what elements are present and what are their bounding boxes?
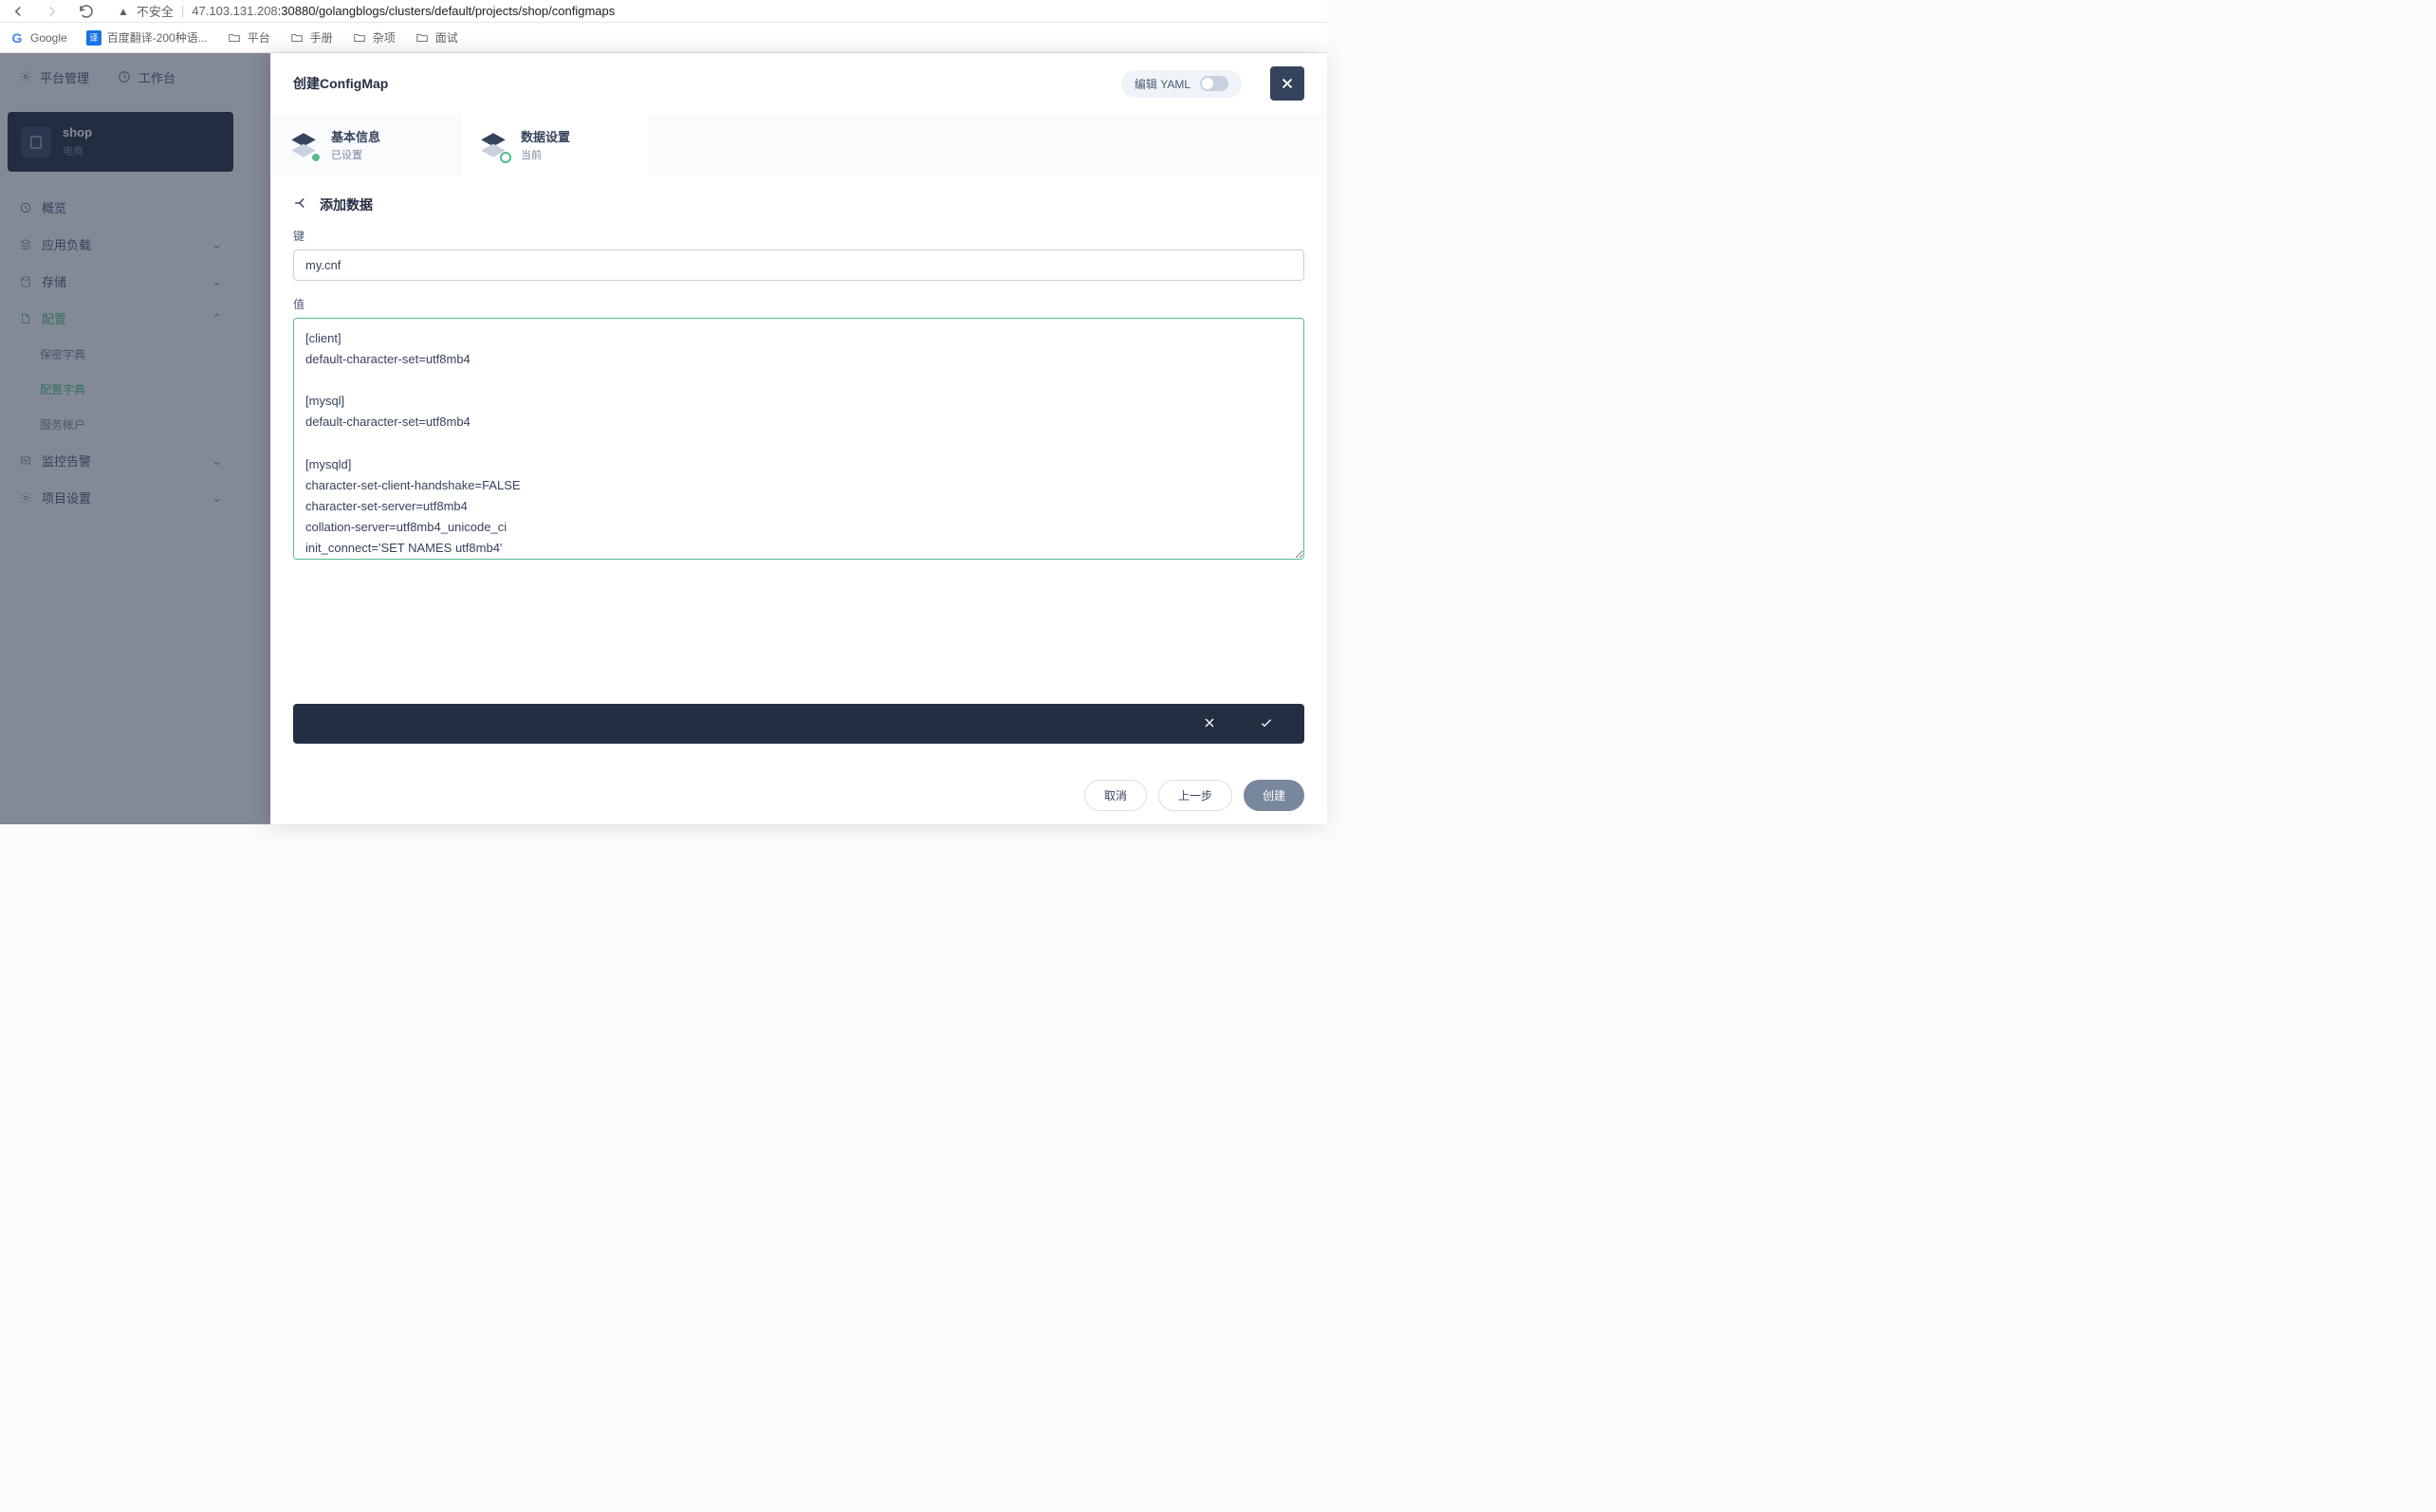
step-icon [477,129,509,161]
back-icon[interactable] [9,3,27,20]
arrow-left-icon[interactable] [293,194,310,214]
discard-icon[interactable] [1202,715,1217,733]
bookmark-google[interactable]: G Google [9,30,67,46]
confirm-icon[interactable] [1259,715,1274,733]
translate-icon: 译 [86,30,102,46]
value-textarea[interactable]: [client] default-character-set=utf8mb4 [… [293,318,1304,560]
bookmark-interview[interactable]: 面试 [415,29,458,46]
yaml-toggle[interactable]: 编辑 YAML [1121,70,1242,98]
bookmark-manual[interactable]: 手册 [289,29,333,46]
reload-icon[interactable] [78,3,95,20]
bookmark-platform[interactable]: 平台 [227,29,270,46]
folder-icon [415,30,430,46]
bookmark-misc[interactable]: 杂项 [352,29,396,46]
forward-icon[interactable] [44,3,61,20]
section-title: 添加数据 [320,195,373,214]
cancel-button[interactable]: 取消 [1084,780,1147,811]
modal-footer: 取消 上一步 创建 [270,766,1327,824]
modal-title: 创建ConfigMap [293,74,388,93]
close-button[interactable] [1270,66,1304,101]
modal-header: 创建ConfigMap 编辑 YAML [270,53,1327,114]
google-icon: G [9,30,25,46]
modal-body: 添加数据 键 值 [client] default-character-set=… [270,175,1327,647]
key-label: 键 [293,228,1304,244]
url-bar[interactable]: ▲ 不安全 | 47.103.131.208:30880/golangblogs… [106,2,1318,20]
step-icon [287,129,320,161]
action-bar [293,704,1304,744]
create-configmap-modal: 创建ConfigMap 编辑 YAML 基本信息 已设置 [270,53,1327,824]
step-data-settings[interactable]: 数据设置 当前 [460,114,650,175]
folder-icon [352,30,367,46]
folder-icon [227,30,242,46]
folder-icon [289,30,304,46]
url-text: 47.103.131.208:30880/golangblogs/cluster… [192,4,615,18]
bookmark-baidu[interactable]: 译 百度翻译-200种语... [86,29,208,46]
section-header: 添加数据 [293,194,1304,214]
key-input[interactable] [293,249,1304,281]
step-basic-info[interactable]: 基本信息 已设置 [270,114,460,175]
insecure-label: 不安全 [137,2,174,20]
insecure-icon: ▲ [118,5,129,18]
switch-icon [1200,76,1228,91]
browser-nav-bar: ▲ 不安全 | 47.103.131.208:30880/golangblogs… [0,0,1327,23]
steps-bar: 基本信息 已设置 数据设置 当前 [270,114,1327,175]
bookmarks-bar: G Google 译 百度翻译-200种语... 平台 手册 杂项 面试 [0,23,1327,53]
create-button[interactable]: 创建 [1244,780,1304,811]
value-label: 值 [293,296,1304,312]
prev-button[interactable]: 上一步 [1158,780,1232,811]
